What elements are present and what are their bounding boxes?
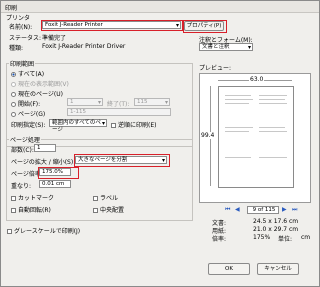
text-line bbox=[259, 157, 287, 158]
text-line bbox=[259, 95, 287, 96]
auto-rotate-label: 自動回転(R) bbox=[18, 207, 51, 214]
preview-page bbox=[218, 86, 294, 188]
checkbox-icon bbox=[93, 196, 98, 201]
paper-value: 21.0 x 29.7 cm bbox=[253, 226, 299, 233]
scale-value: 175% bbox=[253, 234, 271, 241]
text-line bbox=[225, 127, 253, 128]
range-current-view-label: 現在の表示範囲(V) bbox=[18, 81, 69, 88]
auto-rotate-option[interactable]: 自動回転(R) bbox=[11, 205, 51, 214]
text-line bbox=[259, 99, 285, 100]
page-handling-label: ページ処理 bbox=[9, 135, 41, 144]
text-line bbox=[259, 127, 285, 128]
range-all-label: すべて(A) bbox=[18, 71, 45, 78]
last-page-button[interactable]: ⏭ bbox=[292, 206, 297, 214]
comments-forms-value: 文書と注釈 bbox=[202, 44, 230, 50]
print-range-label: 印刷範囲 bbox=[9, 59, 36, 68]
range-pages-option[interactable]: ページ(G) bbox=[11, 109, 45, 118]
preview-label: プレビュー: bbox=[199, 65, 232, 72]
doc-value: 24.5 x 17.6 cm bbox=[253, 218, 299, 225]
radio-on-icon bbox=[11, 72, 16, 77]
print-preview: 63.0 99.4 bbox=[199, 73, 311, 203]
cut-marks-option[interactable]: カットマーク bbox=[11, 193, 54, 202]
range-current-page-label: 現在のページ(U) bbox=[18, 91, 63, 98]
text-line bbox=[225, 99, 253, 100]
checkbox-icon bbox=[111, 123, 116, 128]
comments-forms-select[interactable]: 文書と注釈 bbox=[199, 43, 253, 51]
grayscale-label: グレースケールで印刷(J) bbox=[14, 228, 81, 235]
checkbox-icon bbox=[11, 196, 16, 201]
range-current-view-option[interactable]: 現在の表示範囲(V) bbox=[11, 79, 69, 88]
type-value: Foxit J-Reader Printer Driver bbox=[42, 43, 126, 50]
labels-label: ラベル bbox=[100, 195, 119, 202]
end-page-value: 115 bbox=[137, 99, 148, 105]
title-bar: 印刷 bbox=[1, 1, 319, 13]
radio-icon bbox=[11, 92, 16, 97]
center-label: 中央配置 bbox=[100, 207, 125, 214]
radio-icon bbox=[11, 82, 16, 87]
window-title: 印刷 bbox=[5, 5, 18, 12]
radio-icon bbox=[11, 112, 16, 117]
scale-label: 倍率: bbox=[212, 236, 227, 243]
labels-option[interactable]: ラベル bbox=[93, 193, 118, 202]
unit-label: 単位: bbox=[278, 236, 293, 243]
overlap-input[interactable]: 0.01 cm bbox=[39, 180, 71, 188]
type-label: 種類: bbox=[9, 45, 24, 52]
text-line bbox=[225, 95, 251, 96]
preview-width: 63.0 bbox=[249, 76, 265, 83]
overlap-label: 重なり: bbox=[11, 183, 32, 190]
printer-group-label: プリンタ bbox=[6, 15, 31, 22]
highlight-page-scale bbox=[38, 167, 79, 179]
text-line bbox=[225, 103, 249, 104]
checkbox-icon bbox=[7, 229, 12, 234]
print-dialog: 印刷 プリンタ 名前(N): Foxit J-Reader Printer ステ… bbox=[0, 0, 320, 287]
copies-value: 1 bbox=[37, 145, 41, 151]
cut-marks-label: カットマーク bbox=[18, 195, 55, 202]
scaling-label: ページの拡大 / 縮小(S): bbox=[11, 159, 76, 166]
preview-height: 99.4 bbox=[201, 132, 215, 139]
cancel-button[interactable]: キャンセル bbox=[257, 263, 299, 275]
overlap-value: 0.01 cm bbox=[42, 181, 65, 187]
range-from-option[interactable]: 開始(F): bbox=[11, 99, 40, 108]
reverse-option[interactable]: 逆順に印刷(E) bbox=[111, 120, 156, 129]
text-line bbox=[259, 103, 287, 104]
next-page-button[interactable]: ▶ bbox=[282, 206, 287, 213]
page-indicator[interactable]: 9 of 115 bbox=[247, 206, 279, 214]
radio-icon bbox=[11, 102, 16, 107]
subset-select[interactable]: 範囲内のすべてのページ bbox=[49, 119, 107, 133]
range-current-page-option[interactable]: 現在のページ(U) bbox=[11, 89, 63, 98]
end-page-input[interactable]: 115 bbox=[134, 98, 170, 106]
range-pages-label: ページ(G) bbox=[18, 111, 46, 118]
page-indicator-text: 9 of 115 bbox=[252, 207, 276, 213]
text-line bbox=[225, 131, 249, 132]
ok-button[interactable]: OK bbox=[208, 263, 250, 275]
range-all-option[interactable]: すべて(A) bbox=[11, 69, 44, 78]
highlight-properties bbox=[183, 20, 227, 33]
copies-input[interactable]: 1 bbox=[34, 144, 56, 152]
highlight-printer bbox=[41, 20, 183, 31]
prev-page-button[interactable]: ◀ bbox=[235, 206, 240, 213]
printer-name-label: 名前(N): bbox=[9, 24, 33, 31]
checkbox-icon bbox=[11, 208, 16, 213]
reverse-label: 逆順に印刷(E) bbox=[118, 122, 157, 129]
text-line bbox=[259, 131, 287, 132]
first-page-button[interactable]: ⏮ bbox=[225, 206, 230, 214]
pages-input[interactable]: 1-115 bbox=[67, 108, 171, 116]
subset-label: 印刷指定(S): bbox=[11, 122, 46, 129]
unit-value: cm bbox=[301, 234, 311, 241]
copies-label: 部数(C): bbox=[11, 147, 34, 154]
center-option[interactable]: 中央配置 bbox=[93, 205, 124, 214]
status-label: ステータス: bbox=[9, 35, 42, 42]
checkbox-icon bbox=[93, 208, 98, 213]
start-page-value: 1 bbox=[70, 99, 74, 105]
pages-value: 1-115 bbox=[70, 109, 86, 115]
text-line bbox=[225, 157, 251, 158]
start-page-input[interactable]: 1 bbox=[67, 98, 103, 106]
end-page-label: 終了(T): bbox=[107, 101, 130, 108]
highlight-scaling bbox=[74, 154, 170, 167]
range-from-label: 開始(F): bbox=[18, 101, 41, 108]
grayscale-option[interactable]: グレースケールで印刷(J) bbox=[7, 226, 80, 235]
status-value: 準備完了 bbox=[42, 35, 67, 42]
